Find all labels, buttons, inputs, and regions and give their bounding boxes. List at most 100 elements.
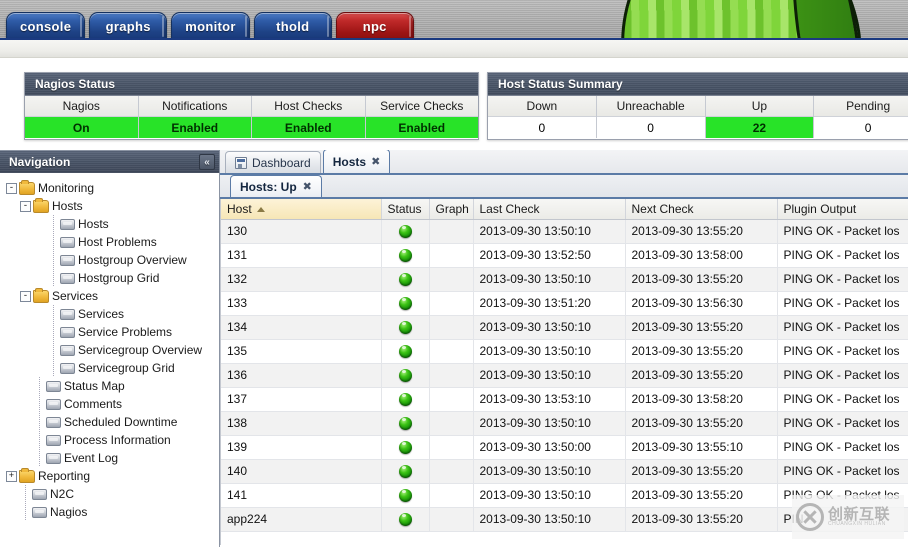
cell-plugin_out: PING OK - Packet los: [777, 435, 908, 460]
cell-last_check: 2013-09-30 13:50:10: [473, 459, 626, 484]
nav-item-n2c[interactable]: N2C: [0, 485, 219, 503]
hosts-table: Host Status Graph Last Check Next Check Plugi…: [221, 199, 908, 532]
nav-item-label: N2C: [50, 487, 75, 501]
column-header-host[interactable]: Host: [221, 199, 382, 220]
status-indicator-up-icon: [398, 369, 412, 383]
cacti-tab-thold[interactable]: thold: [253, 12, 332, 40]
nav-item-label: Hosts: [78, 217, 109, 231]
cell-graph: [429, 483, 474, 508]
nav-item-process-information[interactable]: Process Information: [0, 431, 219, 449]
nav-item-label: Process Information: [64, 433, 171, 447]
cell-status: [381, 243, 430, 268]
tree-spacer-icon: [34, 345, 45, 356]
column-header-label: Graph: [435, 201, 469, 216]
table-row[interactable]: 133 2013-09-30 13:51:20 2013-09-30 13:56:3…: [221, 291, 908, 316]
cell-plugin_out: PING OK - Packet los: [777, 219, 908, 244]
tree-spacer-icon: [34, 273, 45, 284]
nav-item-nagios[interactable]: Nagios: [0, 503, 219, 521]
summary-column-value: Enabled: [365, 117, 478, 138]
cell-last_check: 2013-09-30 13:50:10: [473, 339, 626, 364]
summary-column-header: Up: [705, 96, 814, 117]
status-indicator-up-icon: [398, 297, 412, 311]
cell-next_check: 2013-09-30 13:55:20: [625, 483, 778, 508]
nav-item-label: Hosts: [52, 199, 83, 213]
collapse-sidebar-button[interactable]: «: [199, 154, 215, 170]
nav-item-reporting[interactable]: + Reporting: [0, 467, 219, 485]
nav-item-monitoring[interactable]: - Monitoring: [0, 179, 219, 197]
page-icon: [60, 254, 75, 266]
page-icon: [46, 416, 61, 428]
table-row[interactable]: 130 2013-09-30 13:50:10 2013-09-30 13:55:2…: [221, 219, 908, 244]
collapse-node-icon[interactable]: -: [6, 182, 17, 194]
tree-spacer-icon: [34, 237, 45, 248]
tree-guide-line: [33, 377, 46, 395]
cacti-tab-console[interactable]: console: [6, 12, 86, 40]
nav-item-comments[interactable]: Comments: [0, 395, 219, 413]
cell-graph: [429, 507, 474, 532]
nav-item-label: Hostgroup Grid: [78, 271, 160, 285]
close-tab-icon[interactable]: ✖: [371, 156, 380, 167]
cell-last_check: 2013-09-30 13:50:10: [473, 483, 626, 508]
cacti-tab-monitor[interactable]: monitor: [171, 12, 250, 40]
table-row[interactable]: 132 2013-09-30 13:50:10 2013-09-30 13:55:2…: [221, 267, 908, 292]
summary-column-header: Host Checks: [252, 96, 365, 117]
cell-host: app224: [221, 507, 382, 532]
nav-item-servicegroup-grid[interactable]: Servicegroup Grid: [0, 359, 219, 377]
table-row[interactable]: 136 2013-09-30 13:50:10 2013-09-30 13:55:2…: [221, 363, 908, 388]
collapse-node-icon[interactable]: -: [20, 200, 31, 212]
table-row[interactable]: 138 2013-09-30 13:50:10 2013-09-30 13:55:2…: [221, 411, 908, 436]
table-row[interactable]: 140 2013-09-30 13:50:10 2013-09-30 13:55:2…: [221, 459, 908, 484]
nav-item-servicegroup-overview[interactable]: Servicegroup Overview: [0, 341, 219, 359]
nav-item-label: Host Problems: [78, 235, 157, 249]
table-row[interactable]: 135 2013-09-30 13:50:10 2013-09-30 13:55:2…: [221, 339, 908, 364]
table-row[interactable]: 134 2013-09-30 13:50:10 2013-09-30 13:55:2…: [221, 315, 908, 340]
nav-item-hostgroup-overview[interactable]: Hostgroup Overview: [0, 251, 219, 269]
close-subtab-icon[interactable]: ✖: [303, 181, 312, 192]
nav-item-services[interactable]: - Services: [0, 287, 219, 305]
tree-guide-line: [33, 395, 46, 413]
nav-item-service-problems[interactable]: Service Problems: [0, 323, 219, 341]
nav-item-services[interactable]: Services: [0, 305, 219, 323]
nav-item-hostgroup-grid[interactable]: Hostgroup Grid: [0, 269, 219, 287]
column-header-plugin_out[interactable]: Plugin Output: [777, 199, 908, 220]
cacti-tab-graphs[interactable]: graphs: [89, 12, 168, 40]
column-header-label: Host: [227, 201, 252, 216]
table-row[interactable]: 141 2013-09-30 13:50:10 2013-09-30 13:55:2…: [221, 483, 908, 508]
nagios-status-panel-title: Nagios Status: [25, 73, 478, 96]
column-header-next_check[interactable]: Next Check: [625, 199, 778, 220]
column-header-label: Next Check: [631, 201, 694, 216]
nav-item-event-log[interactable]: Event Log: [0, 449, 219, 467]
page-icon: [32, 488, 47, 500]
cacti-tab-npc[interactable]: npc: [335, 12, 414, 40]
content-tab-dashboard[interactable]: Dashboard: [225, 151, 321, 173]
cell-host: 140: [221, 459, 382, 484]
content-area: Dashboard Hosts ✖ Hosts: Up ✖ Host Status Gra…: [220, 150, 908, 547]
navigation-header: Navigation «: [0, 151, 219, 173]
expand-node-icon[interactable]: +: [6, 470, 17, 482]
collapse-node-icon[interactable]: -: [20, 290, 31, 302]
nav-item-status-map[interactable]: Status Map: [0, 377, 219, 395]
tree-guide-line: [47, 305, 60, 323]
table-row[interactable]: app224 2013-09-30 13:50:10 2013-09-30 13:5…: [221, 507, 908, 532]
column-header-graph[interactable]: Graph: [429, 199, 474, 220]
nav-item-host-problems[interactable]: Host Problems: [0, 233, 219, 251]
folder-icon: [19, 179, 35, 195]
nav-item-hosts[interactable]: Hosts: [0, 215, 219, 233]
summary-column-value: Enabled: [252, 117, 365, 138]
nav-item-hosts[interactable]: - Hosts: [0, 197, 219, 215]
navigation-tree: - Monitoring - Hosts Hosts Host Problems Hostg…: [0, 173, 219, 547]
cacti-main-tabs: console graphs monitor thold npc: [6, 6, 418, 40]
table-row[interactable]: 139 2013-09-30 13:50:00 2013-09-30 13:55:1…: [221, 435, 908, 460]
tree-guide-line: [33, 449, 46, 467]
table-row[interactable]: 131 2013-09-30 13:52:50 2013-09-30 13:58:0…: [221, 243, 908, 268]
subtab-hosts-up[interactable]: Hosts: Up ✖: [230, 175, 322, 197]
cell-last_check: 2013-09-30 13:51:20: [473, 291, 626, 316]
table-row[interactable]: 137 2013-09-30 13:53:10 2013-09-30 13:58:2…: [221, 387, 908, 412]
hosts-table-scroll-region[interactable]: Host Status Graph Last Check Next Check Plugi…: [220, 199, 908, 545]
column-header-last_check[interactable]: Last Check: [473, 199, 626, 220]
cell-host: 141: [221, 483, 382, 508]
column-header-status[interactable]: Status: [381, 199, 430, 220]
cell-last_check: 2013-09-30 13:50:10: [473, 315, 626, 340]
content-tab-hosts[interactable]: Hosts ✖: [322, 150, 391, 173]
nav-item-scheduled-downtime[interactable]: Scheduled Downtime: [0, 413, 219, 431]
